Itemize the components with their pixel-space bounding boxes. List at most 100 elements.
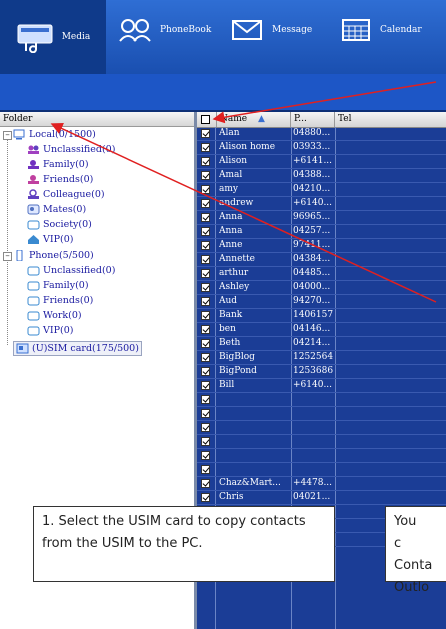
contact-phone: [293, 407, 333, 420]
tree-phone-family[interactable]: Family(0): [27, 279, 89, 292]
contact-name: [219, 421, 289, 434]
contact-phone: 1252564: [293, 352, 333, 362]
table-row[interactable]: Chaz&Mart... +4478...: [197, 477, 446, 491]
row-checkbox[interactable]: [201, 479, 210, 488]
contact-phone: [293, 435, 333, 448]
row-checkbox[interactable]: [201, 255, 210, 264]
contact-phone: 04384...: [293, 254, 331, 264]
column-header-name[interactable]: Name ▲: [217, 112, 291, 127]
tree-local-mates[interactable]: Mates(0): [27, 203, 86, 216]
tree-phone[interactable]: Phone(5/500): [13, 249, 94, 262]
row-checkbox[interactable]: [201, 367, 210, 376]
table-row[interactable]: Annette 04384...: [197, 253, 446, 267]
contact-name: Amal: [219, 170, 243, 180]
table-row[interactable]: Aud 94270...: [197, 295, 446, 309]
contact-name: Bank: [219, 310, 243, 320]
tree-phone-work[interactable]: Work(0): [27, 309, 82, 322]
row-checkbox[interactable]: [201, 185, 210, 194]
table-row[interactable]: ben 04146...: [197, 323, 446, 337]
row-checkbox[interactable]: [201, 143, 210, 152]
row-checkbox[interactable]: [201, 353, 210, 362]
table-row[interactable]: Beth 04214...: [197, 337, 446, 351]
table-row[interactable]: Bank 1406157: [197, 309, 446, 323]
tree-local-unclassified[interactable]: Unclassified(0): [27, 143, 115, 156]
mates-icon: [27, 204, 40, 215]
contact-name: arthur: [219, 268, 249, 278]
row-checkbox[interactable]: [201, 269, 210, 278]
select-all-checkbox[interactable]: [197, 112, 217, 127]
tab-phonebook[interactable]: PhoneBook: [118, 10, 211, 50]
row-checkbox[interactable]: [201, 171, 210, 180]
society-icon: [27, 220, 40, 230]
row-checkbox[interactable]: [201, 339, 210, 348]
row-checkbox[interactable]: [201, 213, 210, 222]
row-checkbox[interactable]: [201, 157, 210, 166]
table-row[interactable]: Alison +6141...: [197, 155, 446, 169]
table-row[interactable]: [197, 435, 446, 449]
phone-icon: [16, 250, 23, 261]
column-header-tel[interactable]: Tel: [335, 112, 446, 127]
table-row[interactable]: Anna 04257...: [197, 225, 446, 239]
row-checkbox[interactable]: [201, 227, 210, 236]
tree-local-colleague[interactable]: Colleague(0): [27, 188, 105, 201]
row-checkbox[interactable]: [201, 423, 210, 432]
callout-instruction: 1. Select the USIM card to copy contacts…: [33, 506, 335, 582]
table-row[interactable]: Anne 97411...: [197, 239, 446, 253]
row-checkbox[interactable]: [201, 325, 210, 334]
expander-local[interactable]: −: [3, 131, 12, 140]
row-checkbox[interactable]: [201, 311, 210, 320]
column-header-phone[interactable]: P...: [291, 112, 335, 127]
contact-phone: [293, 393, 333, 406]
table-row[interactable]: Chris 04021...: [197, 491, 446, 505]
tree-phone-unclassified[interactable]: Unclassified(0): [27, 264, 115, 277]
folder-icon: [27, 296, 40, 306]
row-checkbox[interactable]: [201, 395, 210, 404]
tree-local-society[interactable]: Society(0): [27, 218, 92, 231]
table-row[interactable]: [197, 463, 446, 477]
table-row[interactable]: BigBlog 1252564: [197, 351, 446, 365]
table-row[interactable]: [197, 449, 446, 463]
table-row[interactable]: amy 04210...: [197, 183, 446, 197]
table-row[interactable]: [197, 393, 446, 407]
table-row[interactable]: arthur 04485...: [197, 267, 446, 281]
table-row[interactable]: [197, 421, 446, 435]
row-checkbox[interactable]: [201, 493, 210, 502]
table-row[interactable]: [197, 407, 446, 421]
row-checkbox[interactable]: [201, 283, 210, 292]
tree-local-friends[interactable]: Friends(0): [27, 173, 93, 186]
expander-phone[interactable]: −: [3, 252, 12, 261]
contact-phone: 04880...: [293, 128, 331, 138]
row-checkbox[interactable]: [201, 129, 210, 138]
row-checkbox[interactable]: [201, 381, 210, 390]
tab-message[interactable]: Message: [230, 10, 312, 50]
table-row[interactable]: andrew +6140...: [197, 197, 446, 211]
row-checkbox[interactable]: [201, 199, 210, 208]
table-row[interactable]: Bill +6140...: [197, 379, 446, 393]
tree-phone-vip[interactable]: VIP(0): [27, 324, 73, 337]
row-checkbox[interactable]: [201, 465, 210, 474]
tree-sim-card[interactable]: (U)SIM card(175/500): [13, 341, 142, 356]
table-row[interactable]: Ashley 04000...: [197, 281, 446, 295]
tab-calendar[interactable]: Calendar: [340, 10, 422, 50]
row-checkbox[interactable]: [201, 451, 210, 460]
tree-phone-friends[interactable]: Friends(0): [27, 294, 93, 307]
table-row[interactable]: Alison home 03933...: [197, 141, 446, 155]
table-row[interactable]: Alan 04880...: [197, 127, 446, 141]
contact-name: amy: [219, 184, 238, 194]
table-row[interactable]: BigPond 1253686: [197, 365, 446, 379]
table-row[interactable]: Amal 04388...: [197, 169, 446, 183]
contact-phone: 03933...: [293, 142, 331, 152]
tree-local[interactable]: Local(0/1500): [13, 128, 96, 141]
row-checkbox[interactable]: [201, 241, 210, 250]
tree-local-family[interactable]: Family(0): [27, 158, 89, 171]
tab-media[interactable]: Media: [0, 0, 106, 74]
contact-name: [219, 463, 289, 476]
contact-phone: 04257...: [293, 226, 331, 236]
vip-icon: [28, 235, 39, 244]
row-checkbox[interactable]: [201, 437, 210, 446]
row-checkbox[interactable]: [201, 297, 210, 306]
contact-name: Chris: [219, 492, 244, 502]
row-checkbox[interactable]: [201, 409, 210, 418]
table-row[interactable]: Anna 96965...: [197, 211, 446, 225]
tree-local-vip[interactable]: VIP(0): [27, 233, 73, 246]
